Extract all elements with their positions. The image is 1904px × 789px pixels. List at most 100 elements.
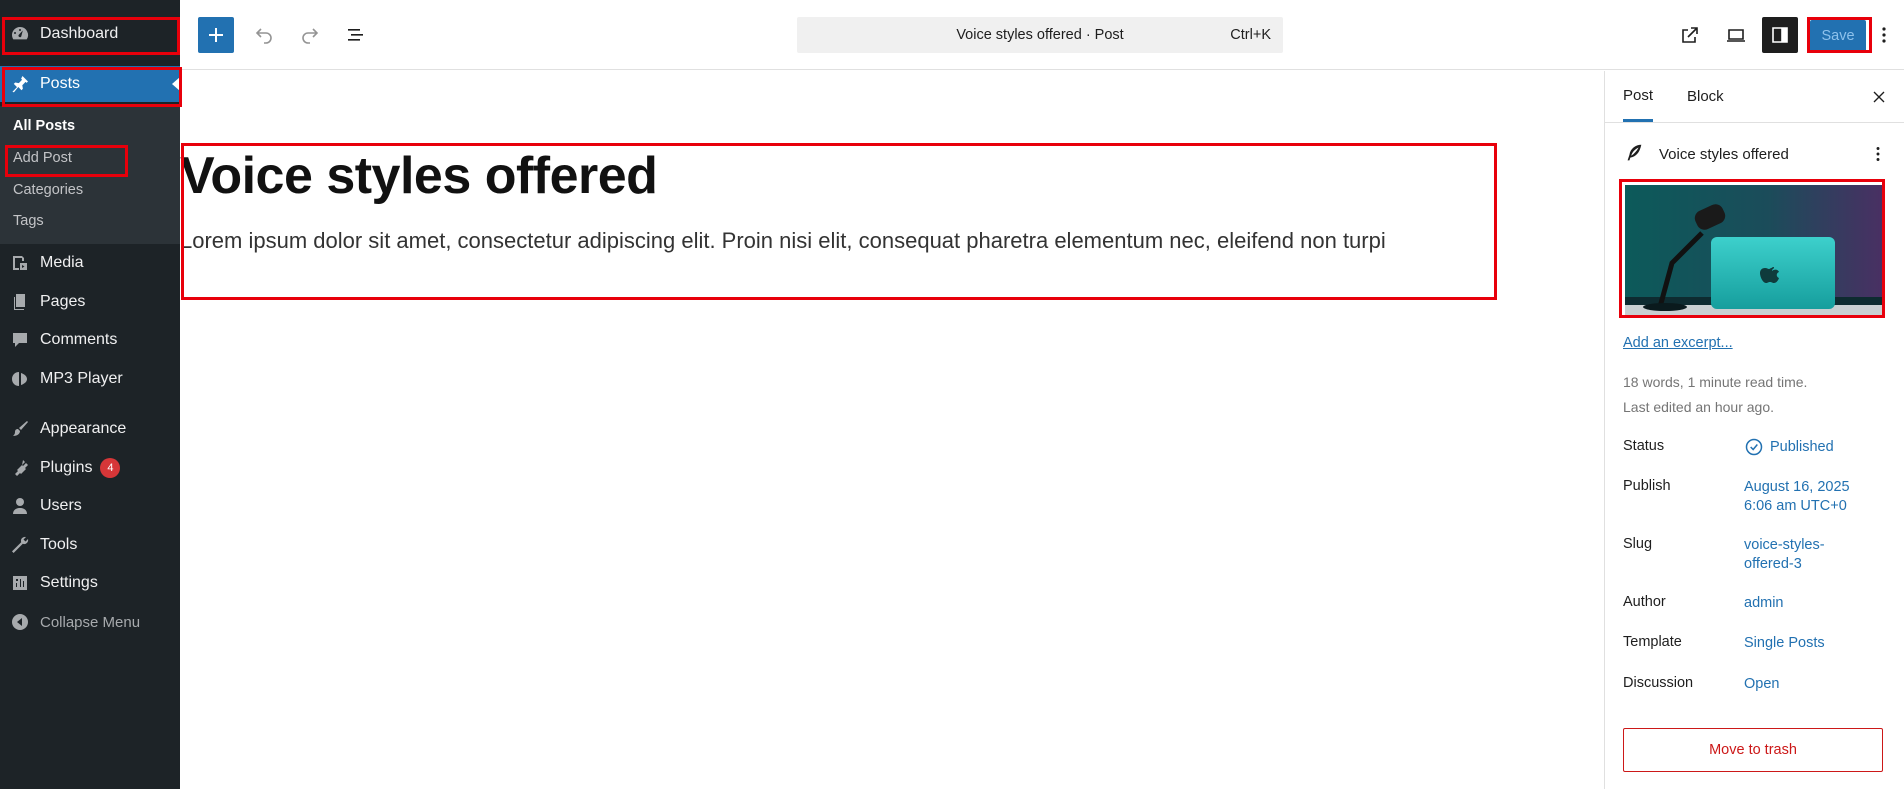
posts-submenu: All Posts Add Post Categories Tags [0,106,180,244]
sidebar-item-comments[interactable]: Comments [0,322,180,358]
submenu-tags[interactable]: Tags [13,213,44,229]
editor-app: Dashboard Posts All Posts Add Post Categ… [0,0,1904,789]
plugins-update-badge: 4 [100,458,121,478]
plugin-icon [10,458,30,478]
tabs-divider [1605,122,1904,123]
media-icon [10,253,30,273]
sidebar-item-label: Settings [40,574,98,591]
publish-date[interactable]: August 16, 2025 6:06 am UTC+0 [1744,478,1850,516]
publish-date-line2: 6:06 am UTC+0 [1744,498,1847,514]
sidebar-item-users[interactable]: Users [0,488,180,524]
slug-label: Slug [1623,536,1653,552]
plus-icon [209,28,223,42]
sidebar-item-appearance[interactable]: Appearance [0,411,180,447]
discussion-label: Discussion [1623,675,1694,691]
status-label: Status [1623,438,1665,454]
list-view-icon [348,29,363,41]
slug-value[interactable]: voice-styles- offered-3 [1744,536,1825,574]
options-menu-button[interactable] [1872,17,1896,53]
wrench-icon [10,535,30,555]
post-feather-icon [1623,142,1645,164]
move-to-trash-button[interactable]: Move to trash [1623,728,1883,772]
slug-line2: offered-3 [1744,556,1802,572]
sidebar-item-label: Tools [40,536,78,553]
editor-canvas: Voice styles offered Lorem ipsum dolor s… [180,71,1604,789]
template-value[interactable]: Single Posts [1744,634,1825,653]
publish-date-line1: August 16, 2025 [1744,479,1850,495]
sidebar-item-label: Users [40,497,82,514]
author-value[interactable]: admin [1744,594,1784,613]
pushpin-icon [10,74,30,94]
vertical-ellipsis-icon [1876,147,1880,161]
discussion-value[interactable]: Open [1744,675,1779,694]
comments-icon [10,330,30,350]
publish-label: Publish [1623,478,1671,494]
submenu-categories[interactable]: Categories [13,182,83,198]
view-post-button[interactable] [1672,17,1708,53]
document-title: Voice styles offered · Post [956,27,1124,43]
post-title[interactable]: Voice styles offered [180,146,658,206]
preview-button[interactable] [1718,17,1754,53]
external-link-icon [1682,27,1698,43]
post-summary-title: Voice styles offered [1659,146,1789,163]
redo-icon [302,28,319,44]
sidebar-item-plugins[interactable]: Plugins 4 [0,450,180,486]
add-excerpt-link[interactable]: Add an excerpt... [1623,335,1733,351]
featured-image[interactable] [1625,185,1885,315]
status-text: Published [1770,438,1834,455]
command-palette-bar[interactable]: Voice styles offered · Post Ctrl+K [797,17,1283,53]
sidebar-item-label: Appearance [40,420,127,437]
sidebar-item-label: Dashboard [40,25,119,42]
author-label: Author [1623,594,1666,610]
sidebar-item-posts[interactable]: Posts [0,66,180,102]
slug-line1: voice-styles- [1744,537,1825,553]
tab-post[interactable]: Post [1623,71,1654,122]
sidebar-item-label: Media [40,254,84,271]
sidebar-item-tools[interactable]: Tools [0,527,180,563]
undo-button[interactable] [246,17,282,53]
last-edited: Last edited an hour ago. [1623,399,1775,415]
sidebar-item-dashboard[interactable]: Dashboard [0,16,180,52]
status-value[interactable]: Published [1744,437,1834,457]
sidebar-item-mp3-player[interactable]: MP3 Player [0,361,180,397]
undo-icon [255,28,272,44]
sidebar-item-label: Comments [40,331,118,348]
pages-icon [10,292,30,312]
sidebar-item-label: Collapse Menu [40,613,141,631]
vertical-ellipsis-icon [1882,27,1886,43]
sidebar-item-label: Pages [40,293,86,310]
sidebar-item-label: Plugins [40,459,93,476]
word-count: 18 words, 1 minute read time. [1623,374,1808,390]
desktop-icon [1727,29,1745,42]
published-check-icon [1745,438,1763,456]
close-icon [1873,91,1885,103]
redo-button[interactable] [292,17,328,53]
mp3-player-icon [10,369,30,389]
add-block-button[interactable] [198,17,234,53]
paragraph-block[interactable]: Lorem ipsum dolor sit amet, consectetur … [180,228,1386,254]
sidebar-item-pages[interactable]: Pages [0,284,180,320]
close-settings-button[interactable] [1867,85,1891,109]
editor-toolbar: Voice styles offered · Post Ctrl+K Save [180,0,1904,70]
tab-block[interactable]: Block [1687,71,1724,122]
submenu-all-posts[interactable]: All Posts [13,118,75,134]
sidebar-toggle-icon [1772,27,1788,43]
settings-icon [10,573,30,593]
collapse-menu-button[interactable]: Collapse Menu [0,604,180,640]
save-button[interactable]: Save [1810,20,1866,52]
admin-sidebar: Dashboard Posts All Posts Add Post Categ… [0,0,180,789]
collapse-icon [10,612,30,632]
active-indicator [172,77,180,91]
sidebar-item-settings[interactable]: Settings [0,565,180,601]
submenu-add-post[interactable]: Add Post [13,150,72,166]
settings-panel-toggle[interactable] [1762,17,1798,53]
command-shortcut: Ctrl+K [1230,27,1271,43]
dashboard-icon [10,24,30,44]
paintbrush-icon [10,419,30,439]
users-icon [10,496,30,516]
post-actions-button[interactable] [1867,142,1889,166]
sidebar-item-media[interactable]: Media [0,245,180,281]
document-overview-button[interactable] [338,17,374,53]
settings-sidebar: Post Block Voice styles offered Add an e… [1604,71,1904,789]
sidebar-item-label: Posts [40,75,81,92]
